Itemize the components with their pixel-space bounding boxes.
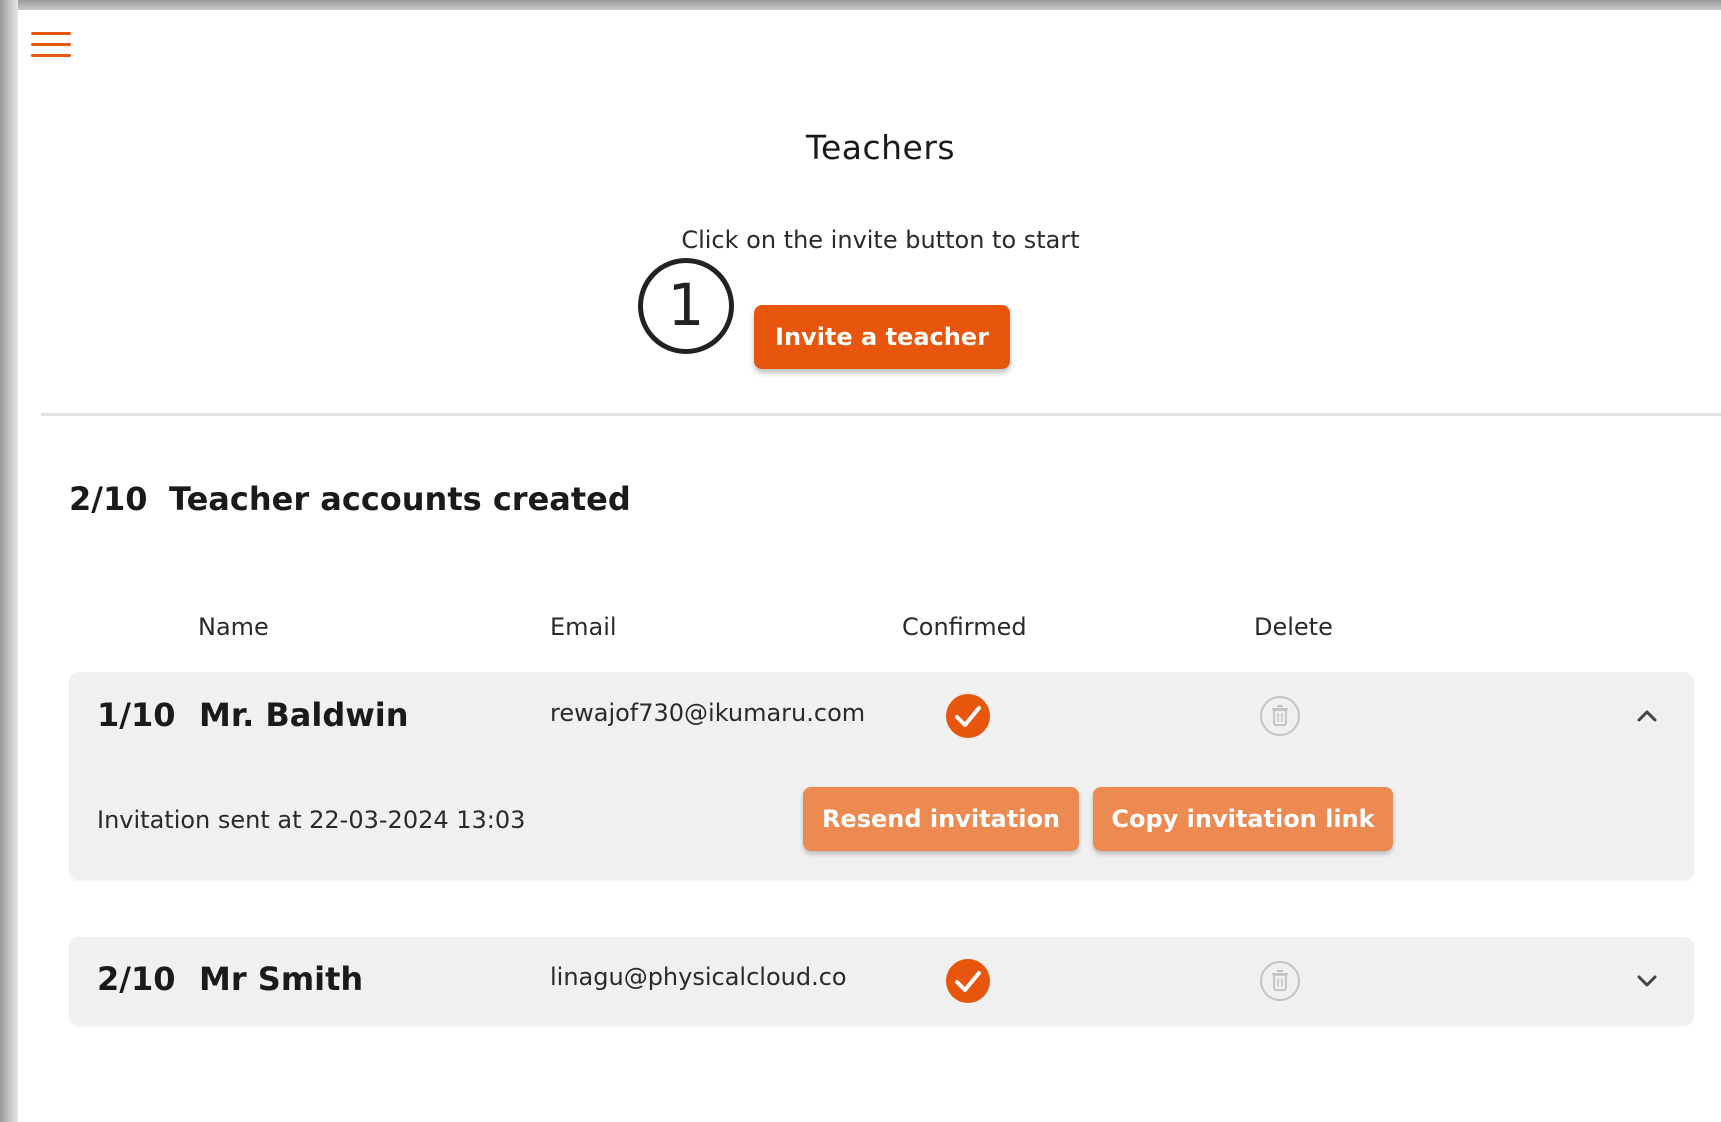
chevron-up-icon[interactable] xyxy=(1633,702,1661,730)
section-divider xyxy=(41,413,1721,416)
teacher-index: 2/10 xyxy=(97,960,176,998)
confirmed-check-icon xyxy=(946,959,990,1003)
teacher-email: linagu@physicalcloud.co xyxy=(550,963,847,991)
chevron-down-icon[interactable] xyxy=(1633,967,1661,995)
teacher-index: 1/10 xyxy=(97,696,176,734)
teacher-email: rewajof730@ikumaru.com xyxy=(550,699,866,727)
column-header-name: Name xyxy=(198,613,269,641)
column-header-email: Email xyxy=(550,613,617,641)
accounts-summary: 2/10 Teacher accounts created xyxy=(69,480,631,518)
accounts-summary-label: Teacher accounts created xyxy=(169,480,631,518)
copy-invitation-link-button[interactable]: Copy invitation link xyxy=(1093,787,1393,851)
page-title: Teachers xyxy=(805,128,956,167)
column-header-confirmed: Confirmed xyxy=(902,613,1027,641)
top-edge-shadow xyxy=(0,0,1721,10)
delete-trash-icon[interactable] xyxy=(1259,695,1301,737)
invitation-sent-text: Invitation sent at 22-03-2024 13:03 xyxy=(97,806,526,834)
delete-trash-icon[interactable] xyxy=(1259,960,1301,1002)
resend-invitation-button[interactable]: Resend invitation xyxy=(803,787,1079,851)
invite-teacher-button[interactable]: Invite a teacher xyxy=(754,305,1010,369)
left-edge-shadow xyxy=(0,0,18,1122)
teacher-name: Mr. Baldwin xyxy=(199,696,409,734)
column-header-delete: Delete xyxy=(1254,613,1333,641)
step-number-badge: 1 xyxy=(638,258,734,354)
teacher-row[interactable]: 1/10 Mr. Baldwin rewajof730@ikumaru.com … xyxy=(69,672,1694,880)
app-window: Teachers Click on the invite button to s… xyxy=(0,0,1721,1122)
confirmed-check-icon xyxy=(946,694,990,738)
teacher-row[interactable]: 2/10 Mr Smith linagu@physicalcloud.co xyxy=(69,937,1694,1025)
page-subtitle: Click on the invite button to start xyxy=(681,226,1080,254)
teacher-name: Mr Smith xyxy=(199,960,364,998)
accounts-count: 2/10 xyxy=(69,480,148,518)
hamburger-menu-icon[interactable] xyxy=(31,32,71,60)
